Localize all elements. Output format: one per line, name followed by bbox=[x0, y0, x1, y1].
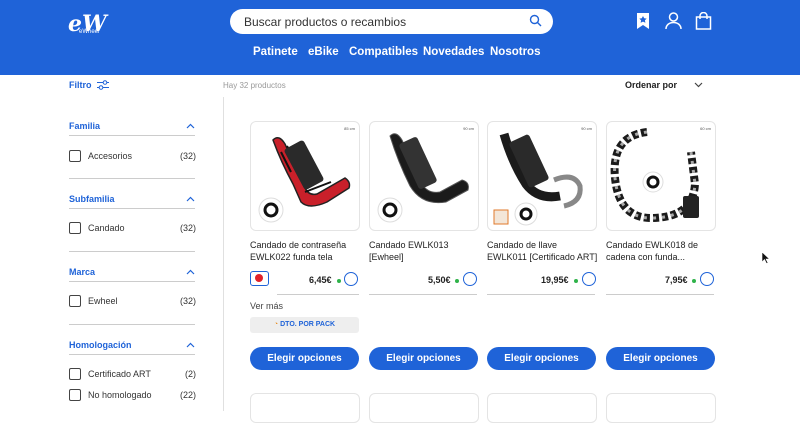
option-count: (32) bbox=[179, 151, 196, 161]
length-badge: 90 cm bbox=[581, 126, 592, 131]
filter-toggle[interactable]: Filtro bbox=[69, 80, 92, 90]
main-nav: Patinete eBike Compatibles Novedades Nos… bbox=[0, 46, 800, 62]
nav-compatibles[interactable]: Compatibles bbox=[349, 46, 418, 58]
add-to-cart-icon[interactable] bbox=[582, 272, 596, 286]
option-count: (2) bbox=[185, 369, 196, 379]
stock-dot bbox=[574, 279, 578, 283]
option-count: (22) bbox=[179, 390, 196, 400]
add-to-cart-icon[interactable] bbox=[463, 272, 477, 286]
divider bbox=[69, 281, 195, 282]
product-image[interactable]: 90 cm bbox=[487, 121, 597, 231]
checkbox-no-homologado[interactable] bbox=[69, 389, 81, 401]
price-underline bbox=[606, 294, 714, 295]
option-label: Candado bbox=[88, 223, 125, 233]
cursor-icon bbox=[762, 252, 770, 264]
choose-options-button[interactable]: Elegir opciones bbox=[250, 347, 359, 370]
choose-options-button[interactable]: Elegir opciones bbox=[487, 347, 596, 370]
nav-novedades[interactable]: Novedades bbox=[423, 46, 484, 58]
length-badge: 90 cm bbox=[463, 126, 474, 131]
checkbox-candado[interactable] bbox=[69, 222, 81, 234]
lock-image bbox=[258, 137, 351, 223]
product-title[interactable]: Candado EWLK013 [Ewheel] bbox=[369, 239, 481, 263]
product-price: 5,50€ bbox=[428, 275, 451, 285]
price-underline bbox=[369, 294, 477, 295]
product-image[interactable] bbox=[487, 393, 597, 423]
divider bbox=[69, 178, 195, 179]
color-swatch-red[interactable] bbox=[250, 271, 269, 286]
choose-options-button[interactable]: Elegir opciones bbox=[606, 347, 715, 370]
search-bar[interactable] bbox=[230, 9, 553, 34]
product-image[interactable] bbox=[250, 393, 360, 423]
lock-image bbox=[377, 133, 469, 223]
filter-group-homologacion[interactable]: Homologación bbox=[69, 340, 132, 350]
length-badge: 60 cm bbox=[700, 126, 711, 131]
pack-discount-badge[interactable]: ◔ DTO. POR PACK bbox=[250, 317, 359, 333]
product-count: Hay 32 productos bbox=[223, 81, 286, 90]
option-label: Accesorios bbox=[88, 151, 133, 161]
filter-group-marca[interactable]: Marca bbox=[69, 267, 95, 277]
option-count: (32) bbox=[179, 223, 196, 233]
divider bbox=[69, 135, 195, 136]
sort-dropdown[interactable]: Ordenar por bbox=[625, 80, 677, 90]
checkbox-accesorios[interactable] bbox=[69, 150, 81, 162]
user-icon[interactable] bbox=[665, 12, 682, 30]
bookmark-icon[interactable] bbox=[636, 12, 650, 30]
chevron-up-icon[interactable] bbox=[186, 123, 195, 129]
divider bbox=[69, 324, 195, 325]
logo-subtitle: eWheel bbox=[79, 29, 100, 35]
add-to-cart-icon[interactable] bbox=[700, 272, 714, 286]
product-image[interactable] bbox=[606, 393, 716, 423]
shopping-bag-icon[interactable] bbox=[695, 12, 712, 30]
chevron-up-icon[interactable] bbox=[186, 196, 195, 202]
sidebar-divider bbox=[223, 97, 224, 411]
divider bbox=[69, 354, 195, 355]
product-title[interactable]: Candado EWLK018 de cadena con funda... bbox=[606, 239, 718, 263]
option-label: No homologado bbox=[88, 390, 152, 400]
product-price: 19,95€ bbox=[541, 275, 569, 285]
option-label: Certificado ART bbox=[88, 369, 151, 379]
search-input[interactable] bbox=[244, 9, 524, 34]
product-image[interactable]: 85 cm bbox=[250, 121, 360, 231]
nav-patinete[interactable]: Patinete bbox=[253, 46, 298, 58]
stock-dot bbox=[455, 279, 459, 283]
nav-nosotros[interactable]: Nosotros bbox=[490, 46, 540, 58]
product-price: 7,95€ bbox=[665, 275, 688, 285]
product-image[interactable] bbox=[369, 393, 479, 423]
chevron-up-icon[interactable] bbox=[186, 269, 195, 275]
price-underline bbox=[487, 294, 595, 295]
choose-options-button[interactable]: Elegir opciones bbox=[369, 347, 478, 370]
product-image[interactable]: 90 cm bbox=[369, 121, 479, 231]
checkbox-certificado-art[interactable] bbox=[69, 368, 81, 380]
stock-dot bbox=[337, 279, 341, 283]
checkbox-ewheel[interactable] bbox=[69, 295, 81, 307]
product-title[interactable]: Candado de llave EWLK011 [Certificado AR… bbox=[487, 239, 599, 263]
search-icon[interactable] bbox=[529, 14, 542, 27]
product-image[interactable]: 60 cm bbox=[606, 121, 716, 231]
lock-image bbox=[610, 128, 700, 223]
divider bbox=[69, 208, 195, 209]
chevron-up-icon[interactable] bbox=[186, 342, 195, 348]
divider bbox=[69, 251, 195, 252]
pack-label: DTO. POR PACK bbox=[280, 321, 336, 328]
filter-group-familia[interactable]: Familia bbox=[69, 121, 100, 131]
lock-image bbox=[493, 132, 583, 226]
stock-dot bbox=[692, 279, 696, 283]
product-title[interactable]: Candado de contraseña EWLK022 funda tela bbox=[250, 239, 362, 263]
sliders-icon[interactable] bbox=[97, 80, 109, 90]
price-underline bbox=[277, 294, 359, 295]
length-badge: 85 cm bbox=[344, 126, 355, 131]
option-label: Ewheel bbox=[88, 296, 118, 306]
add-to-cart-icon[interactable] bbox=[344, 272, 358, 286]
site-header: eW eWheel Patinete eBike Compatibles Nov… bbox=[0, 0, 800, 75]
nav-ebike[interactable]: eBike bbox=[308, 46, 339, 58]
product-price: 6,45€ bbox=[309, 275, 332, 285]
ver-mas-link[interactable]: Ver más bbox=[250, 301, 283, 311]
option-count: (32) bbox=[179, 296, 196, 306]
filter-group-subfamilia[interactable]: Subfamilia bbox=[69, 194, 115, 204]
chevron-down-icon[interactable] bbox=[694, 82, 703, 88]
